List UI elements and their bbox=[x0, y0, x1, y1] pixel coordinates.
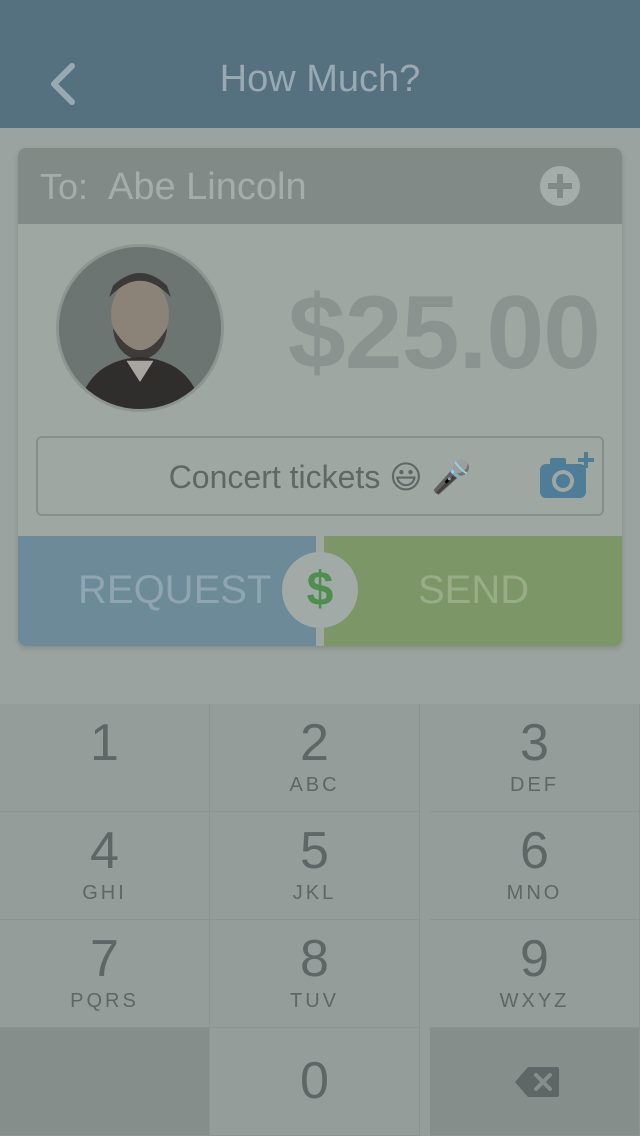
key-8[interactable]: 8 TUV bbox=[210, 920, 420, 1028]
to-label: To: bbox=[40, 166, 89, 207]
key-letters: WXYZ bbox=[499, 990, 570, 1012]
key-letters: DEF bbox=[510, 774, 559, 796]
add-recipient-icon[interactable] bbox=[540, 166, 580, 206]
key-digit: 2 bbox=[300, 714, 329, 772]
avatar bbox=[56, 244, 224, 412]
recipient-bar[interactable]: To: Abe Lincoln bbox=[18, 148, 622, 224]
key-digit: 5 bbox=[300, 822, 329, 880]
request-button[interactable]: REQUEST bbox=[18, 536, 316, 646]
send-button[interactable]: SEND bbox=[324, 536, 622, 646]
key-2[interactable]: 2 ABC bbox=[210, 704, 420, 812]
page-title: How Much? bbox=[219, 58, 421, 100]
note-text: Concert tickets 😃 🎤 bbox=[168, 459, 472, 495]
number-keypad: 1 2 ABC 3 DEF 4 GHI 5 JKL 6 MNO 7 PQRS 8… bbox=[0, 704, 640, 1136]
key-0[interactable]: 0 bbox=[210, 1028, 420, 1136]
header-bar: How Much? bbox=[0, 0, 640, 128]
send-label: SEND bbox=[418, 568, 530, 612]
payment-card: To: Abe Lincoln $25.00 Concert tickets 😃… bbox=[18, 148, 622, 646]
key-letters: JKL bbox=[292, 882, 337, 904]
key-digit: 6 bbox=[520, 822, 549, 880]
key-9[interactable]: 9 WXYZ bbox=[430, 920, 640, 1028]
key-6[interactable]: 6 MNO bbox=[430, 812, 640, 920]
backspace-icon bbox=[515, 1067, 559, 1097]
key-letters: ABC bbox=[289, 774, 340, 796]
amount-display: $25.00 bbox=[287, 275, 601, 391]
key-digit: 8 bbox=[300, 930, 329, 988]
key-letters: MNO bbox=[506, 882, 563, 904]
dollar-icon: $ bbox=[282, 552, 358, 628]
key-1[interactable]: 1 bbox=[0, 704, 210, 812]
request-label: REQUEST bbox=[78, 568, 272, 612]
key-7[interactable]: 7 PQRS bbox=[0, 920, 210, 1028]
key-5[interactable]: 5 JKL bbox=[210, 812, 420, 920]
key-3[interactable]: 3 DEF bbox=[430, 704, 640, 812]
key-blank bbox=[0, 1028, 210, 1136]
key-letters: TUV bbox=[290, 990, 339, 1012]
note-field[interactable]: Concert tickets 😃 🎤 bbox=[36, 436, 604, 516]
key-4[interactable]: 4 GHI bbox=[0, 812, 210, 920]
key-digit: 9 bbox=[520, 930, 549, 988]
key-letters: GHI bbox=[82, 882, 127, 904]
key-digit: 0 bbox=[300, 1052, 329, 1110]
key-digit: 3 bbox=[520, 714, 549, 772]
key-digit: 4 bbox=[90, 822, 119, 880]
recipient-name: Abe Lincoln bbox=[108, 166, 307, 208]
key-digit: 1 bbox=[90, 714, 119, 772]
key-digit: 7 bbox=[90, 930, 119, 988]
delete-key[interactable] bbox=[430, 1028, 640, 1136]
add-photo-camera-icon[interactable] bbox=[538, 450, 596, 502]
key-letters: PQRS bbox=[70, 990, 139, 1012]
